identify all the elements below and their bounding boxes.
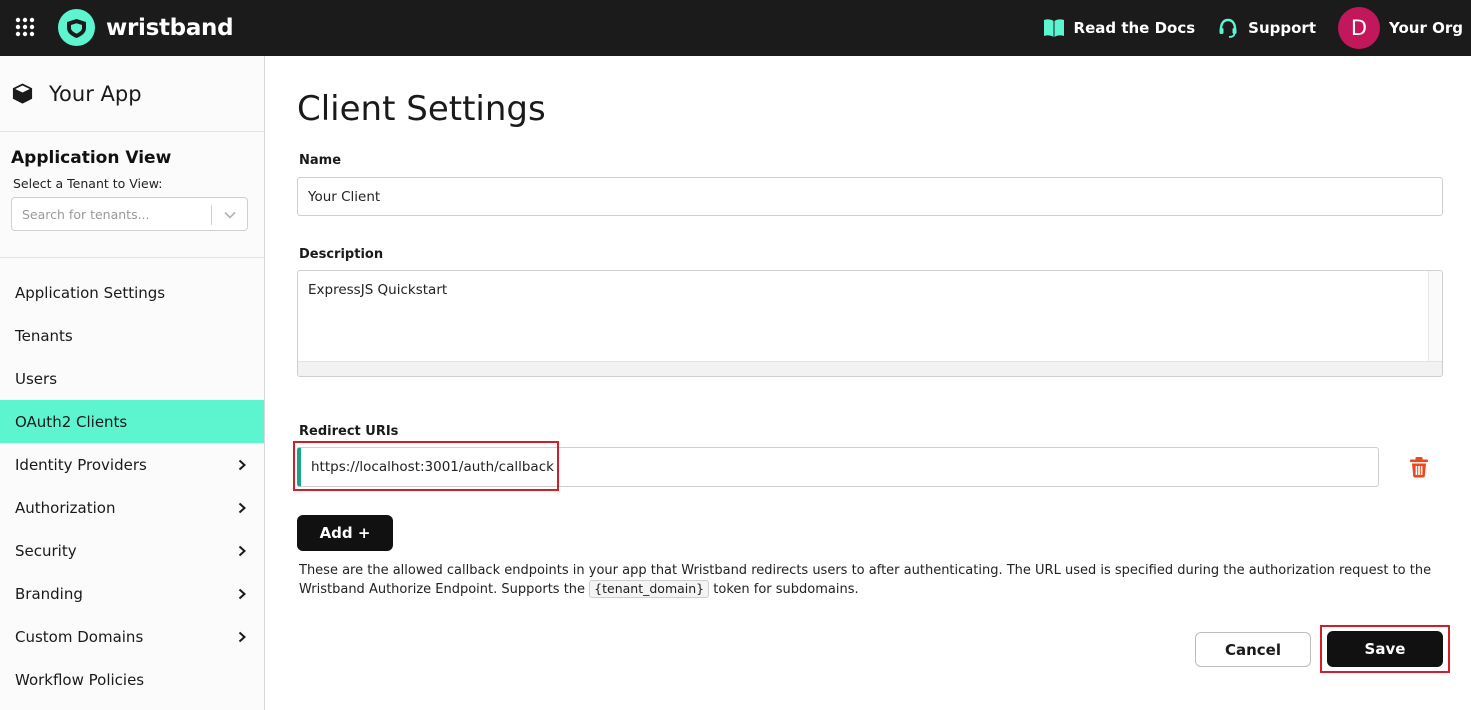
tenant-search-select[interactable] [11, 197, 248, 231]
sidebar-item-label: Workflow Policies [15, 670, 145, 689]
add-redirect-uri-button[interactable]: Add + [297, 515, 393, 551]
sidebar-nav: Application Settings Tenants Users OAuth2 C… [0, 271, 264, 701]
help-text-part-2: token for subdomains. [709, 582, 859, 597]
apps-grid-icon[interactable] [15, 17, 35, 37]
application-view-panel: Application View Select a Tenant to View… [0, 132, 264, 258]
sidebar-item-label: Security [15, 541, 77, 560]
sidebar-item-custom-domains[interactable]: Custom Domains [0, 615, 264, 658]
sidebar: Your App Application View Select a Tenan… [0, 56, 265, 710]
chevron-right-icon [238, 631, 246, 642]
main-content: Client Settings Name Your Client Descrip… [266, 56, 1471, 710]
support-link[interactable]: Support [1217, 18, 1316, 38]
sidebar-item-branding[interactable]: Branding [0, 572, 264, 615]
description-textarea[interactable]: ExpressJS Quickstart [297, 270, 1443, 377]
sidebar-item-label: Authorization [15, 498, 116, 517]
sidebar-item-authorization[interactable]: Authorization [0, 486, 264, 529]
vertical-scrollbar[interactable] [1428, 271, 1442, 361]
sidebar-item-label: Identity Providers [15, 455, 147, 474]
horizontal-scrollbar[interactable] [298, 361, 1442, 376]
sidebar-item-security[interactable]: Security [0, 529, 264, 572]
cube-icon [12, 83, 33, 104]
redirect-uris-label: Redirect URIs [299, 424, 399, 439]
cancel-button[interactable]: Cancel [1195, 632, 1311, 667]
tenant-select-label: Select a Tenant to View: [13, 176, 163, 191]
sidebar-item-application-settings[interactable]: Application Settings [0, 271, 264, 314]
save-button-highlight [1320, 625, 1450, 673]
sidebar-item-label: Application Settings [15, 283, 166, 302]
sidebar-item-label: OAuth2 Clients [15, 412, 128, 431]
app-name: Your App [49, 81, 142, 106]
help-text-part-1: These are the allowed callback endpoints… [299, 563, 1432, 597]
tenant-search-input[interactable] [12, 206, 208, 222]
chevron-right-icon [238, 545, 246, 556]
read-docs-link[interactable]: Read the Docs [1043, 18, 1196, 38]
read-docs-label: Read the Docs [1073, 19, 1196, 37]
chevron-right-icon [238, 588, 246, 599]
sidebar-item-tenants[interactable]: Tenants [0, 314, 264, 357]
chevron-right-icon [238, 459, 246, 470]
sidebar-item-identity-providers[interactable]: Identity Providers [0, 443, 264, 486]
select-separator [211, 205, 212, 225]
description-label: Description [299, 247, 384, 262]
top-bar: wristband Read the Docs Support D Your O… [0, 0, 1471, 56]
description-text[interactable]: ExpressJS Quickstart [298, 271, 1428, 361]
support-label: Support [1248, 19, 1317, 37]
sidebar-item-workflow-policies[interactable]: Workflow Policies [0, 658, 264, 701]
chevron-right-icon [238, 502, 246, 513]
sidebar-item-label: Tenants [15, 326, 73, 345]
redirect-uris-help-text: These are the allowed callback endpoints… [299, 561, 1439, 599]
tenant-domain-token: {tenant_domain} [589, 580, 710, 598]
top-right-actions: Read the Docs Support D Your Org [1043, 0, 1463, 56]
brand-logo[interactable]: wristband [58, 9, 234, 46]
sidebar-item-label: Custom Domains [15, 627, 144, 646]
sidebar-item-oauth2-clients[interactable]: OAuth2 Clients [0, 400, 264, 443]
headset-icon [1219, 18, 1237, 38]
application-view-title: Application View [11, 148, 172, 168]
app-header: Your App [0, 56, 264, 132]
avatar[interactable]: D [1338, 7, 1381, 49]
name-label: Name [299, 153, 342, 168]
sidebar-item-label: Users [15, 369, 58, 388]
trash-icon[interactable] [1409, 456, 1429, 478]
wristband-logo-icon [58, 9, 95, 46]
org-name[interactable]: Your Org [1389, 19, 1463, 37]
book-icon [1043, 19, 1064, 37]
page-title: Client Settings [297, 89, 546, 129]
sidebar-item-label: Branding [15, 584, 83, 603]
redirect-uri-highlight [293, 441, 559, 491]
name-field[interactable]: Your Client [297, 177, 1443, 216]
brand-name: wristband [106, 14, 234, 41]
sidebar-item-users[interactable]: Users [0, 357, 264, 400]
chevron-down-icon[interactable] [223, 208, 237, 222]
